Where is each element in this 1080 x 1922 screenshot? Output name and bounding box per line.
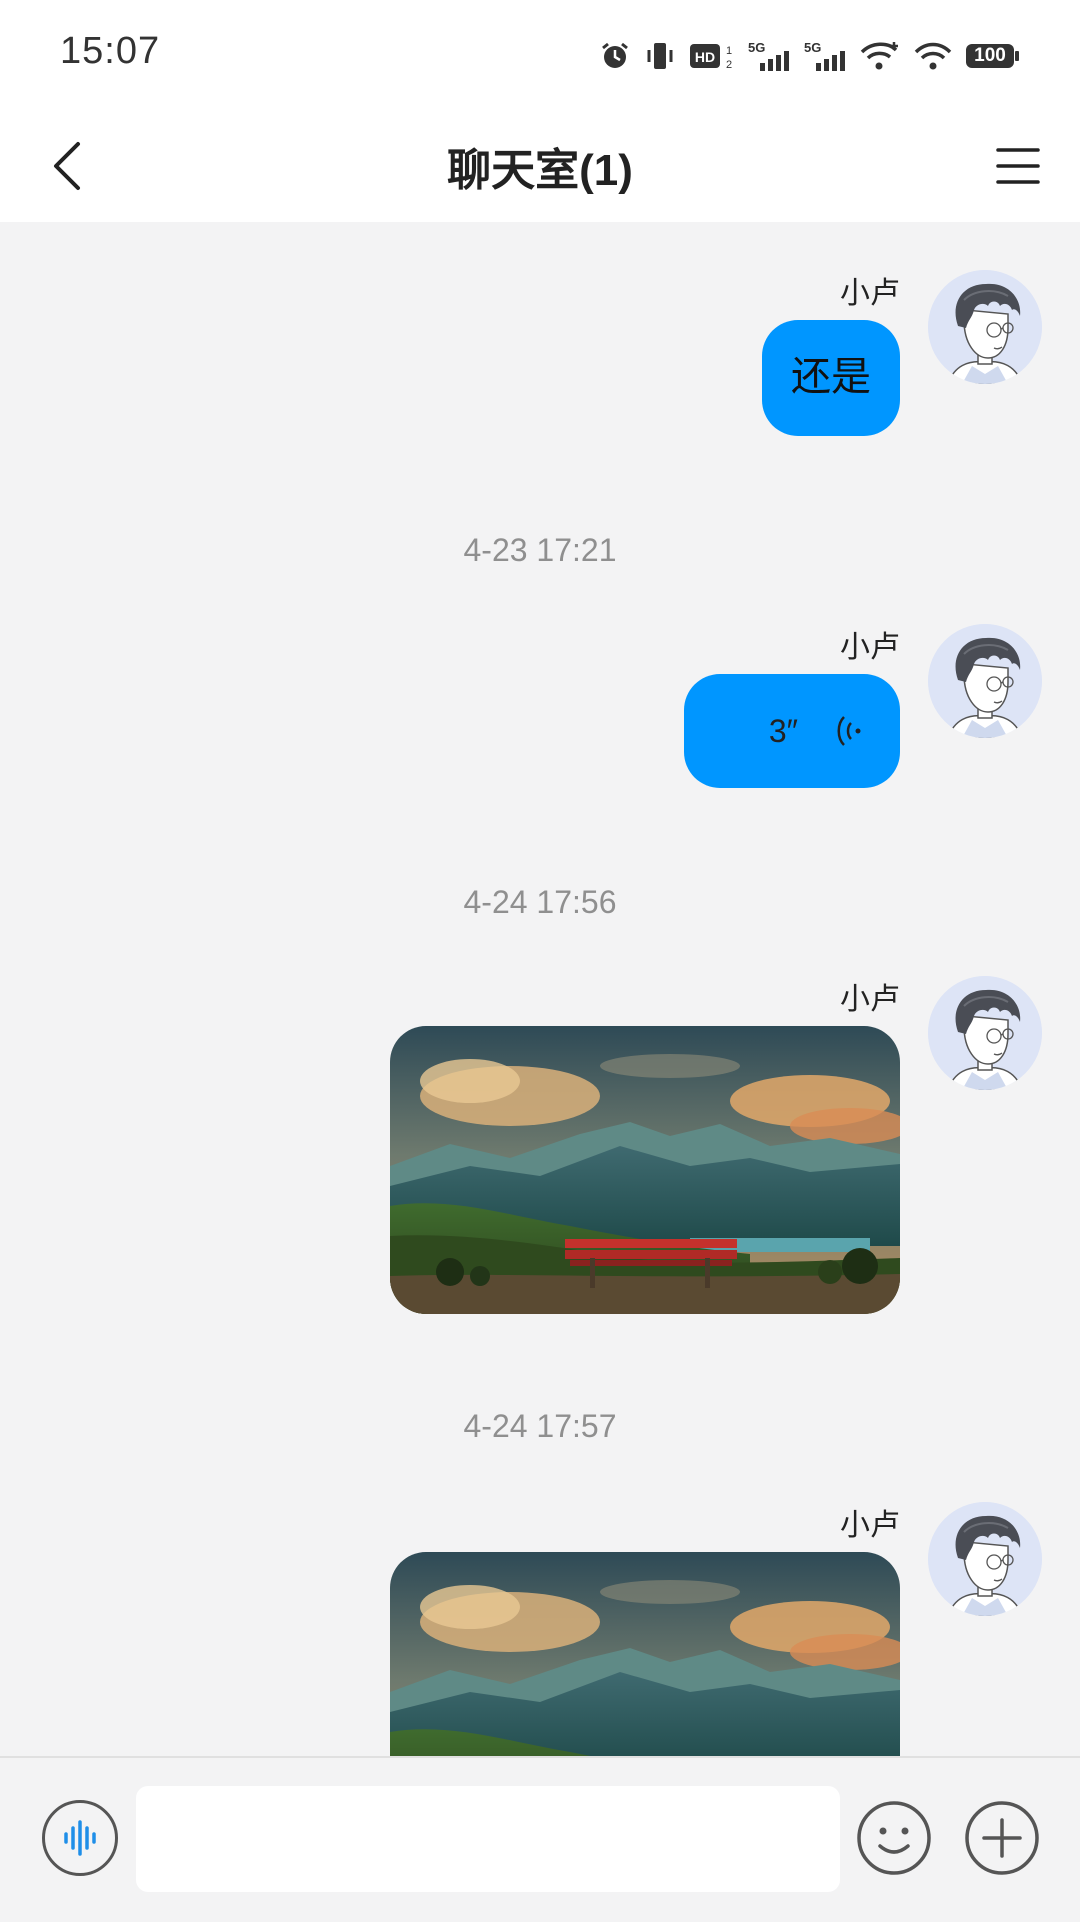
- battery-icon: 100: [966, 41, 1020, 71]
- voice-wave-icon: [64, 1820, 96, 1856]
- chat-header: 聊天室(1): [0, 110, 1080, 222]
- signal-5g-icon: 5G: [804, 39, 846, 73]
- message-input[interactable]: [136, 1786, 840, 1892]
- sender-name: 小卢: [840, 277, 900, 310]
- alarm-icon: [600, 41, 630, 71]
- status-bar: 15:07 HD 1 2 5G 5G 100: [0, 0, 1080, 110]
- message-timestamp: 4-24 17:57: [463, 1408, 617, 1444]
- hd-label: HD: [695, 49, 715, 65]
- chat-message-list[interactable]: 小卢 还是 4-23 17:21 小卢 3″ 4-24 17:56 小卢 4-2…: [0, 222, 1080, 1756]
- avatar[interactable]: [928, 976, 1042, 1090]
- network-label-2: 5G: [804, 40, 821, 55]
- text-message-bubble[interactable]: 还是: [762, 320, 900, 436]
- avatar[interactable]: [928, 624, 1042, 738]
- page-title: 聊天室(1): [447, 146, 633, 195]
- sender-name: 小卢: [840, 983, 900, 1016]
- network-label-1: 5G: [748, 40, 765, 55]
- sender-name: 小卢: [840, 1509, 900, 1542]
- menu-button[interactable]: [980, 128, 1056, 204]
- message-input-bar: [0, 1756, 1080, 1922]
- message-timestamp: 4-23 17:21: [463, 532, 617, 568]
- vibrate-icon: [644, 40, 676, 72]
- image-message[interactable]: [390, 1026, 900, 1314]
- more-options-button[interactable]: [964, 1800, 1040, 1876]
- smiley-icon: [857, 1801, 931, 1875]
- status-icons: HD 1 2 5G 5G 100: [600, 36, 1020, 76]
- wifi-icon: [914, 40, 952, 72]
- voice-input-button[interactable]: [42, 1800, 118, 1876]
- voice-message-bubble[interactable]: 3″: [684, 674, 900, 788]
- hamburger-menu-icon: [996, 148, 1040, 184]
- svg-text:1: 1: [726, 45, 732, 57]
- sender-name: 小卢: [840, 631, 900, 664]
- voice-duration: 3″: [768, 712, 798, 749]
- voice-wave-icon: [837, 716, 861, 746]
- avatar[interactable]: [928, 1502, 1042, 1616]
- avatar[interactable]: [928, 270, 1042, 384]
- emoji-button[interactable]: [856, 1800, 932, 1876]
- plus-circle-icon: [965, 1801, 1039, 1875]
- message-text: 还是: [791, 355, 871, 399]
- wifi-plus-icon: [860, 40, 900, 72]
- svg-text:2: 2: [726, 59, 732, 71]
- hd-icon: HD 1 2: [690, 40, 734, 72]
- status-time: 15:07: [60, 30, 161, 72]
- signal-5g-icon: 5G: [748, 39, 790, 73]
- battery-level: 100: [974, 45, 1006, 66]
- message-timestamp: 4-24 17:56: [463, 884, 617, 920]
- image-message[interactable]: [390, 1552, 900, 1756]
